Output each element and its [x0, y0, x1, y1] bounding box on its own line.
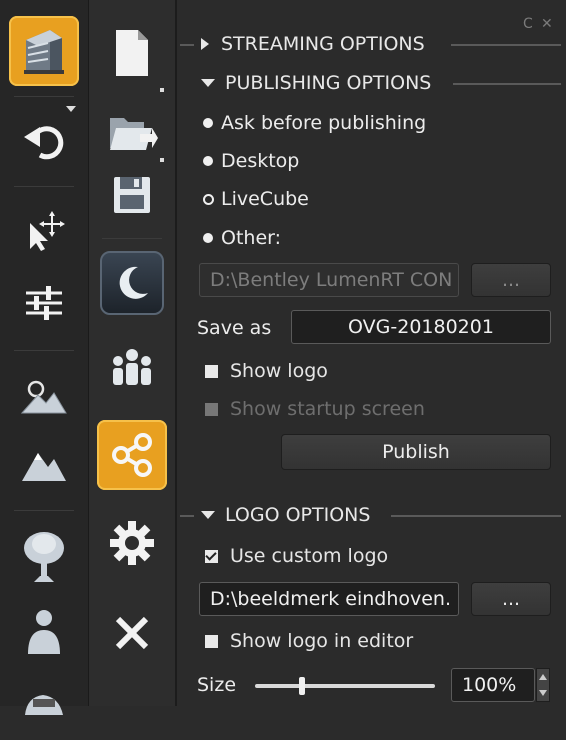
publishing-options-header[interactable]: PUBLISHING OPTIONS — [201, 72, 431, 94]
move-tool-button[interactable] — [9, 196, 79, 266]
save-as-input[interactable]: OVG-20180201 — [291, 310, 551, 344]
divider — [451, 44, 561, 46]
undo-dropdown-icon[interactable] — [66, 106, 76, 112]
mountain-button[interactable] — [9, 428, 79, 498]
size-slider-thumb[interactable] — [298, 677, 305, 695]
close-icon — [115, 616, 149, 650]
spinner-down-icon[interactable] — [539, 690, 547, 696]
move-cursor-icon — [30, 211, 65, 251]
spinner-up-icon[interactable] — [539, 674, 547, 680]
radio-empty-icon — [203, 193, 214, 205]
size-label: Size — [197, 674, 237, 696]
share-button[interactable] — [97, 420, 167, 490]
radio-other[interactable]: Other: — [203, 227, 281, 249]
radio-label: Other: — [221, 227, 282, 249]
browse-logo-button[interactable]: ... — [471, 582, 551, 616]
new-file-icon — [116, 30, 148, 76]
checkbox-label: Show startup screen — [230, 398, 425, 420]
radio-filled-icon — [203, 233, 213, 243]
checkbox-box — [205, 364, 218, 378]
building-icon — [24, 30, 64, 74]
collapse-arrow-icon — [201, 511, 215, 519]
divider — [180, 44, 194, 46]
undo-icon — [24, 126, 64, 160]
divider — [391, 515, 561, 517]
logo-options-title: LOGO OPTIONS — [225, 504, 371, 526]
moon-tile — [100, 251, 164, 315]
panel-top-edge — [177, 0, 566, 14]
save-as-label: Save as — [197, 317, 272, 339]
divider — [453, 83, 561, 85]
character-button[interactable] — [9, 596, 79, 666]
checkbox-label: Use custom logo — [230, 545, 389, 567]
use-custom-logo-checkbox[interactable]: Use custom logo — [205, 545, 388, 567]
publishing-options-title: PUBLISHING OPTIONS — [225, 72, 432, 94]
atmosphere-button[interactable] — [97, 248, 167, 318]
terrain-button[interactable] — [9, 360, 79, 430]
undo-button[interactable] — [9, 104, 79, 174]
new-file-button[interactable] — [97, 18, 167, 88]
close-window-icon[interactable]: ✕ — [541, 16, 553, 32]
size-slider[interactable] — [255, 677, 435, 695]
mountain-icon — [22, 453, 66, 481]
open-folder-icon — [110, 118, 158, 150]
vegetation-button[interactable] — [9, 520, 79, 590]
building-tool-button[interactable] — [9, 16, 79, 86]
car-icon — [25, 695, 63, 715]
crowd-button[interactable] — [97, 332, 167, 402]
divider — [180, 515, 194, 517]
close-button[interactable] — [97, 598, 167, 668]
moon-icon — [119, 266, 148, 299]
share-icon — [112, 433, 152, 477]
tree-icon — [24, 532, 64, 582]
save-disk-icon — [114, 177, 150, 213]
expand-arrow-icon — [201, 38, 209, 50]
show-logo-checkbox[interactable]: Show logo — [205, 360, 328, 382]
radio-filled-icon — [203, 156, 213, 166]
radio-desktop[interactable]: Desktop — [203, 150, 299, 172]
vehicle-button[interactable] — [9, 670, 79, 740]
radio-label: Desktop — [221, 150, 300, 172]
size-spinner[interactable] — [536, 668, 550, 702]
save-button[interactable] — [97, 160, 167, 230]
people-icon — [113, 349, 151, 385]
logo-options-header[interactable]: LOGO OPTIONS — [201, 504, 370, 526]
radio-filled-icon — [203, 118, 213, 128]
streaming-options-header[interactable]: STREAMING OPTIONS — [201, 33, 425, 55]
size-value-input[interactable]: 100% — [451, 668, 535, 702]
radio-ask-before-publishing[interactable]: Ask before publishing — [203, 112, 426, 134]
file-toolbar — [89, 0, 177, 706]
collapse-arrow-icon — [201, 79, 215, 87]
radio-label: LiveCube — [221, 188, 309, 210]
show-logo-in-editor-checkbox[interactable]: Show logo in editor — [205, 630, 413, 652]
adjust-button[interactable] — [9, 268, 79, 338]
streaming-options-title: STREAMING OPTIONS — [221, 33, 425, 55]
open-button[interactable] — [97, 96, 167, 166]
browse-path-button[interactable]: ... — [471, 263, 551, 297]
checkbox-box — [205, 402, 218, 416]
gear-icon — [110, 521, 154, 565]
checkbox-box — [205, 634, 218, 648]
logo-path-input[interactable]: D:\beeldmerk eindhoven. — [199, 582, 459, 616]
sliders-icon — [26, 286, 62, 320]
landscape-icon — [20, 380, 67, 414]
radio-label: Ask before publishing — [221, 112, 427, 134]
publish-button[interactable]: Publish — [281, 434, 551, 470]
main-toolbar — [0, 0, 89, 715]
publish-panel: C ✕ STREAMING OPTIONS PUBLISHING OPTIONS… — [177, 0, 566, 706]
radio-livecube[interactable]: LiveCube — [203, 188, 309, 210]
show-startup-screen-checkbox: Show startup screen — [205, 398, 425, 420]
settings-button[interactable] — [97, 508, 167, 578]
checkbox-label: Show logo — [230, 360, 328, 382]
checkbox-checked-icon — [205, 549, 218, 563]
checkbox-label: Show logo in editor — [230, 630, 414, 652]
refresh-window-icon[interactable]: C — [523, 16, 533, 32]
person-icon — [28, 610, 60, 654]
publish-path-field[interactable]: D:\Bentley LumenRT CON — [199, 263, 459, 297]
